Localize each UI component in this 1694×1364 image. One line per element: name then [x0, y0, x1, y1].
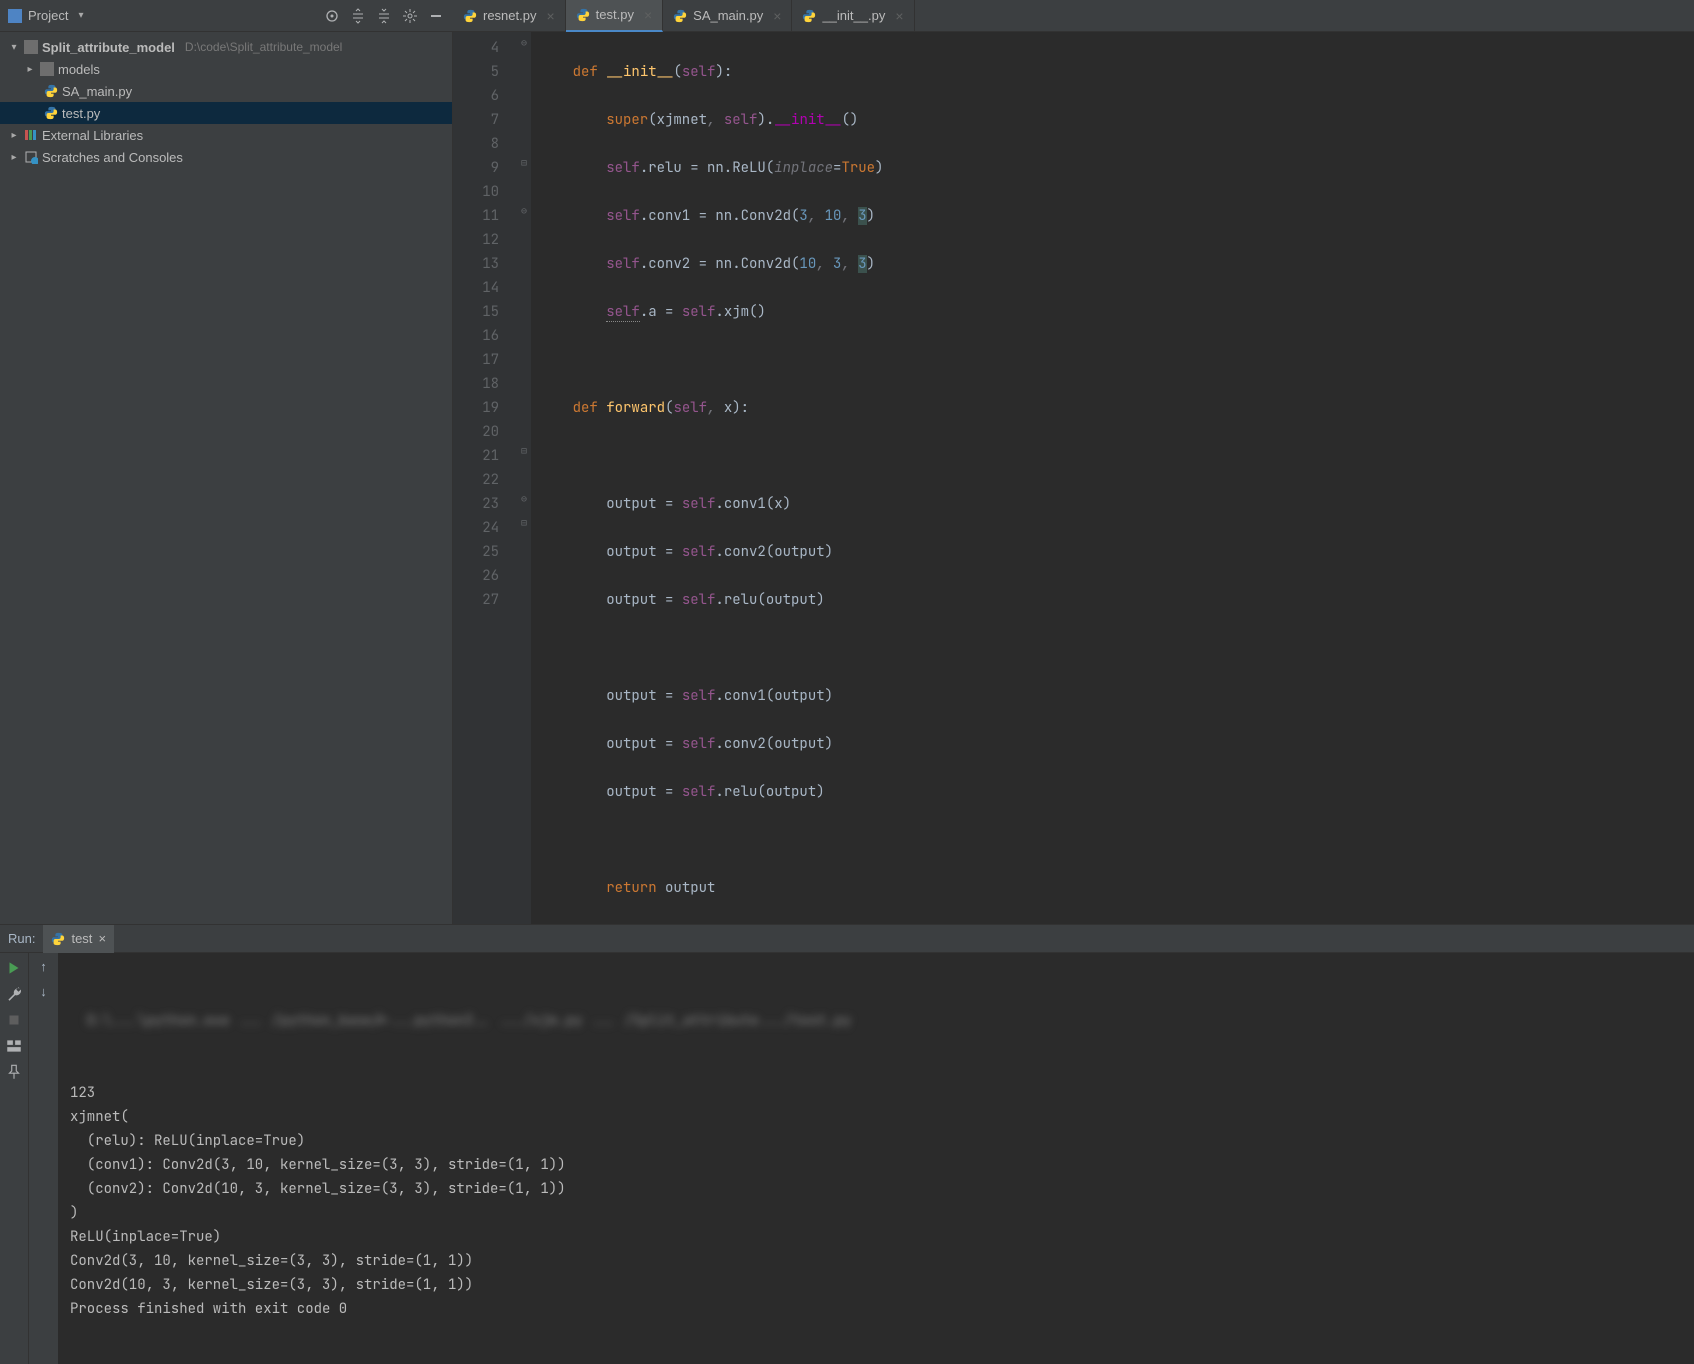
tab-init[interactable]: __init__.py ×: [792, 0, 914, 32]
pin-icon[interactable]: [5, 1063, 23, 1081]
tree-scratches[interactable]: ▸ Scratches and Consoles: [0, 146, 452, 168]
fold-column: ⊖⊟⊖⊟⊖⊟: [517, 32, 531, 924]
python-icon: [802, 9, 816, 23]
project-icon: [8, 9, 22, 23]
run-toolbar-second: ↑ ↓: [28, 953, 58, 1364]
tree-test[interactable]: test.py: [0, 102, 452, 124]
close-icon[interactable]: ×: [98, 931, 106, 946]
python-icon: [673, 9, 687, 23]
code-editor[interactable]: 4567891011121314151617181920212223242526…: [453, 32, 1694, 924]
tree-sa-main[interactable]: SA_main.py: [0, 80, 452, 102]
top-bar: Project ▾ resnet.py × test.py × SA_main.…: [0, 0, 1694, 32]
project-toolbar: [323, 7, 445, 25]
layout-icon[interactable]: [5, 1037, 23, 1055]
project-panel-header: Project ▾: [0, 0, 453, 31]
tree-models[interactable]: ▸ models: [0, 58, 452, 80]
run-header: Run: test ×: [0, 925, 1694, 953]
run-label: Run:: [8, 931, 35, 946]
folder-icon: [24, 40, 38, 54]
python-icon: [463, 9, 477, 23]
scratches-icon: [24, 150, 38, 164]
stop-icon[interactable]: [5, 1011, 23, 1029]
line-gutter: 4567891011121314151617181920212223242526…: [453, 32, 517, 924]
main-split: ▾ Split_attribute_model D:\code\Split_at…: [0, 32, 1694, 924]
tab-test[interactable]: test.py ×: [566, 0, 663, 32]
folder-icon: [40, 62, 54, 76]
collapse-all-icon[interactable]: [375, 7, 393, 25]
chevron-down-icon[interactable]: ▾: [78, 10, 83, 21]
chevron-right-icon[interactable]: ▸: [8, 130, 20, 141]
tree-label: External Libraries: [42, 128, 143, 143]
run-panel: Run: test × ↑ ↓ D:\...\python.exe ... /p…: [0, 924, 1694, 1364]
down-arrow-icon[interactable]: ↓: [40, 984, 47, 999]
chevron-down-icon[interactable]: ▾: [8, 42, 20, 53]
run-body: ↑ ↓ D:\...\python.exe ... /python_base/=…: [0, 953, 1694, 1364]
editor-tabs: resnet.py × test.py × SA_main.py × __ini…: [453, 0, 1694, 31]
run-tab-label: test: [71, 931, 92, 946]
tree-root[interactable]: ▾ Split_attribute_model D:\code\Split_at…: [0, 36, 452, 58]
tree-label: Scratches and Consoles: [42, 150, 183, 165]
python-icon: [44, 84, 58, 98]
close-icon[interactable]: ×: [895, 8, 903, 24]
tab-label: SA_main.py: [693, 8, 763, 23]
tree-label: SA_main.py: [62, 84, 132, 99]
code-content[interactable]: def __init__(self): super(xjmnet, self).…: [531, 32, 1694, 924]
tree-root-path: D:\code\Split_attribute_model: [185, 40, 342, 54]
chevron-right-icon[interactable]: ▸: [24, 64, 36, 75]
tree-external-libraries[interactable]: ▸ External Libraries: [0, 124, 452, 146]
project-label: Project: [28, 8, 68, 23]
run-tab[interactable]: test ×: [43, 925, 114, 953]
console-command-line: D:\...\python.exe ... /python_base/=...p…: [70, 1009, 1682, 1033]
rerun-icon[interactable]: [5, 959, 23, 977]
tree-root-name: Split_attribute_model: [42, 40, 175, 55]
locate-icon[interactable]: [323, 7, 341, 25]
up-arrow-icon[interactable]: ↑: [40, 959, 47, 974]
close-icon[interactable]: ×: [773, 8, 781, 24]
libraries-icon: [24, 128, 38, 142]
close-icon[interactable]: ×: [546, 8, 554, 24]
tab-label: test.py: [596, 7, 634, 22]
chevron-right-icon[interactable]: ▸: [8, 152, 20, 163]
tab-sa-main[interactable]: SA_main.py ×: [663, 0, 792, 32]
wrench-icon[interactable]: [5, 985, 23, 1003]
tab-resnet[interactable]: resnet.py ×: [453, 0, 566, 32]
hide-icon[interactable]: [427, 7, 445, 25]
python-icon: [51, 932, 65, 946]
gear-icon[interactable]: [401, 7, 419, 25]
python-icon: [576, 8, 590, 22]
run-toolbar-left: [0, 953, 28, 1364]
python-icon: [44, 106, 58, 120]
tree-label: models: [58, 62, 100, 77]
tab-label: resnet.py: [483, 8, 536, 23]
console-output[interactable]: D:\...\python.exe ... /python_base/=...p…: [58, 953, 1694, 1364]
tab-label: __init__.py: [822, 8, 885, 23]
close-icon[interactable]: ×: [644, 7, 652, 23]
expand-all-icon[interactable]: [349, 7, 367, 25]
tree-label: test.py: [62, 106, 100, 121]
project-tree[interactable]: ▾ Split_attribute_model D:\code\Split_at…: [0, 32, 453, 924]
